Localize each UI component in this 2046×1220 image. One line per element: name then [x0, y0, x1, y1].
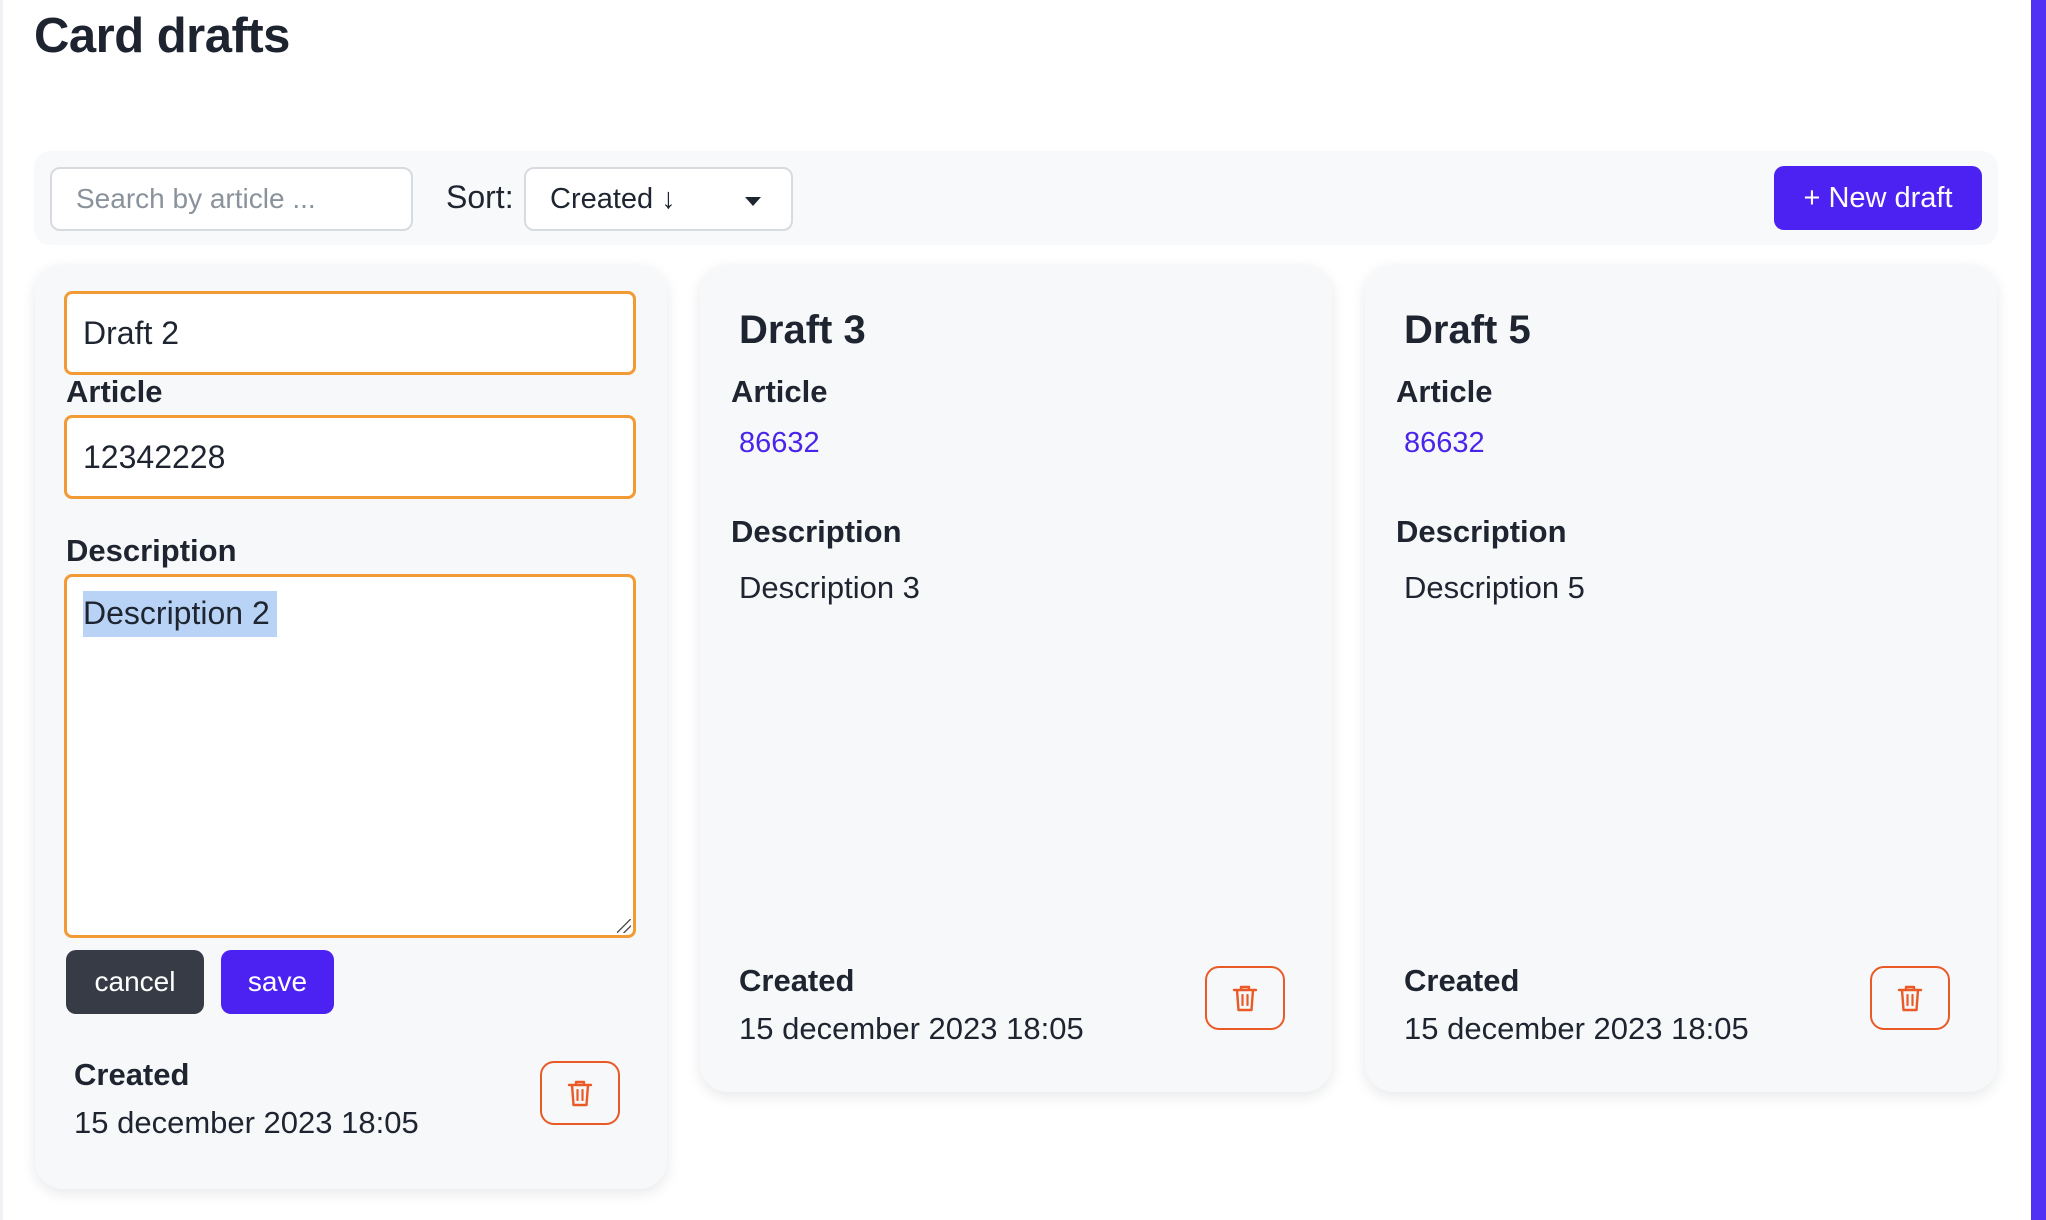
description-value: Description 5 — [1404, 570, 1585, 605]
created-value: 15 december 2023 18:05 — [739, 1011, 1084, 1046]
description-label: Description — [731, 514, 902, 549]
draft-card: Draft 3 Article 86632 Description Descri… — [700, 265, 1332, 1092]
delete-button[interactable] — [540, 1061, 620, 1125]
created-label: Created — [74, 1057, 190, 1092]
created-value: 15 december 2023 18:05 — [1404, 1011, 1749, 1046]
article-link[interactable]: 86632 — [1404, 427, 1485, 460]
description-label: Description — [1396, 514, 1567, 549]
save-button[interactable]: save — [221, 950, 334, 1014]
article-label: Article — [731, 374, 828, 409]
delete-button[interactable] — [1870, 966, 1950, 1030]
page-left-edge — [0, 0, 3, 1220]
chevron-down-icon — [745, 197, 761, 206]
draft-card-editing: Article Description Description 2 cancel… — [35, 265, 667, 1189]
sort-value: Created ↓ — [550, 182, 676, 215]
page-title: Card drafts — [34, 9, 290, 63]
created-label: Created — [1404, 963, 1520, 998]
article-label: Article — [1396, 374, 1493, 409]
card-title: Draft 5 — [1404, 308, 1531, 352]
draft-name-input[interactable] — [64, 291, 636, 375]
article-input[interactable] — [64, 415, 636, 499]
sort-select[interactable]: Created ↓ — [524, 167, 793, 231]
new-draft-button[interactable]: + New draft — [1774, 166, 1982, 230]
description-value: Description 3 — [739, 570, 920, 605]
trash-icon — [567, 1080, 593, 1107]
article-label: Article — [66, 374, 163, 409]
cancel-button[interactable]: cancel — [66, 950, 204, 1014]
delete-button[interactable] — [1205, 966, 1285, 1030]
trash-icon — [1897, 985, 1923, 1012]
trash-icon — [1232, 985, 1258, 1012]
draft-card: Draft 5 Article 86632 Description Descri… — [1365, 265, 1997, 1092]
description-text-selected: Description 2 — [83, 591, 277, 637]
created-value: 15 december 2023 18:05 — [74, 1105, 419, 1140]
resize-handle-icon[interactable] — [617, 919, 631, 933]
created-label: Created — [739, 963, 855, 998]
scrollbar-accent — [2031, 0, 2046, 1220]
card-title: Draft 3 — [739, 308, 866, 352]
article-link[interactable]: 86632 — [739, 427, 820, 460]
toolbar: Sort: Created ↓ + New draft — [34, 151, 1998, 245]
search-input[interactable] — [50, 167, 413, 231]
description-textarea[interactable]: Description 2 — [64, 574, 636, 938]
sort-label: Sort: — [446, 179, 514, 215]
description-label: Description — [66, 533, 237, 568]
